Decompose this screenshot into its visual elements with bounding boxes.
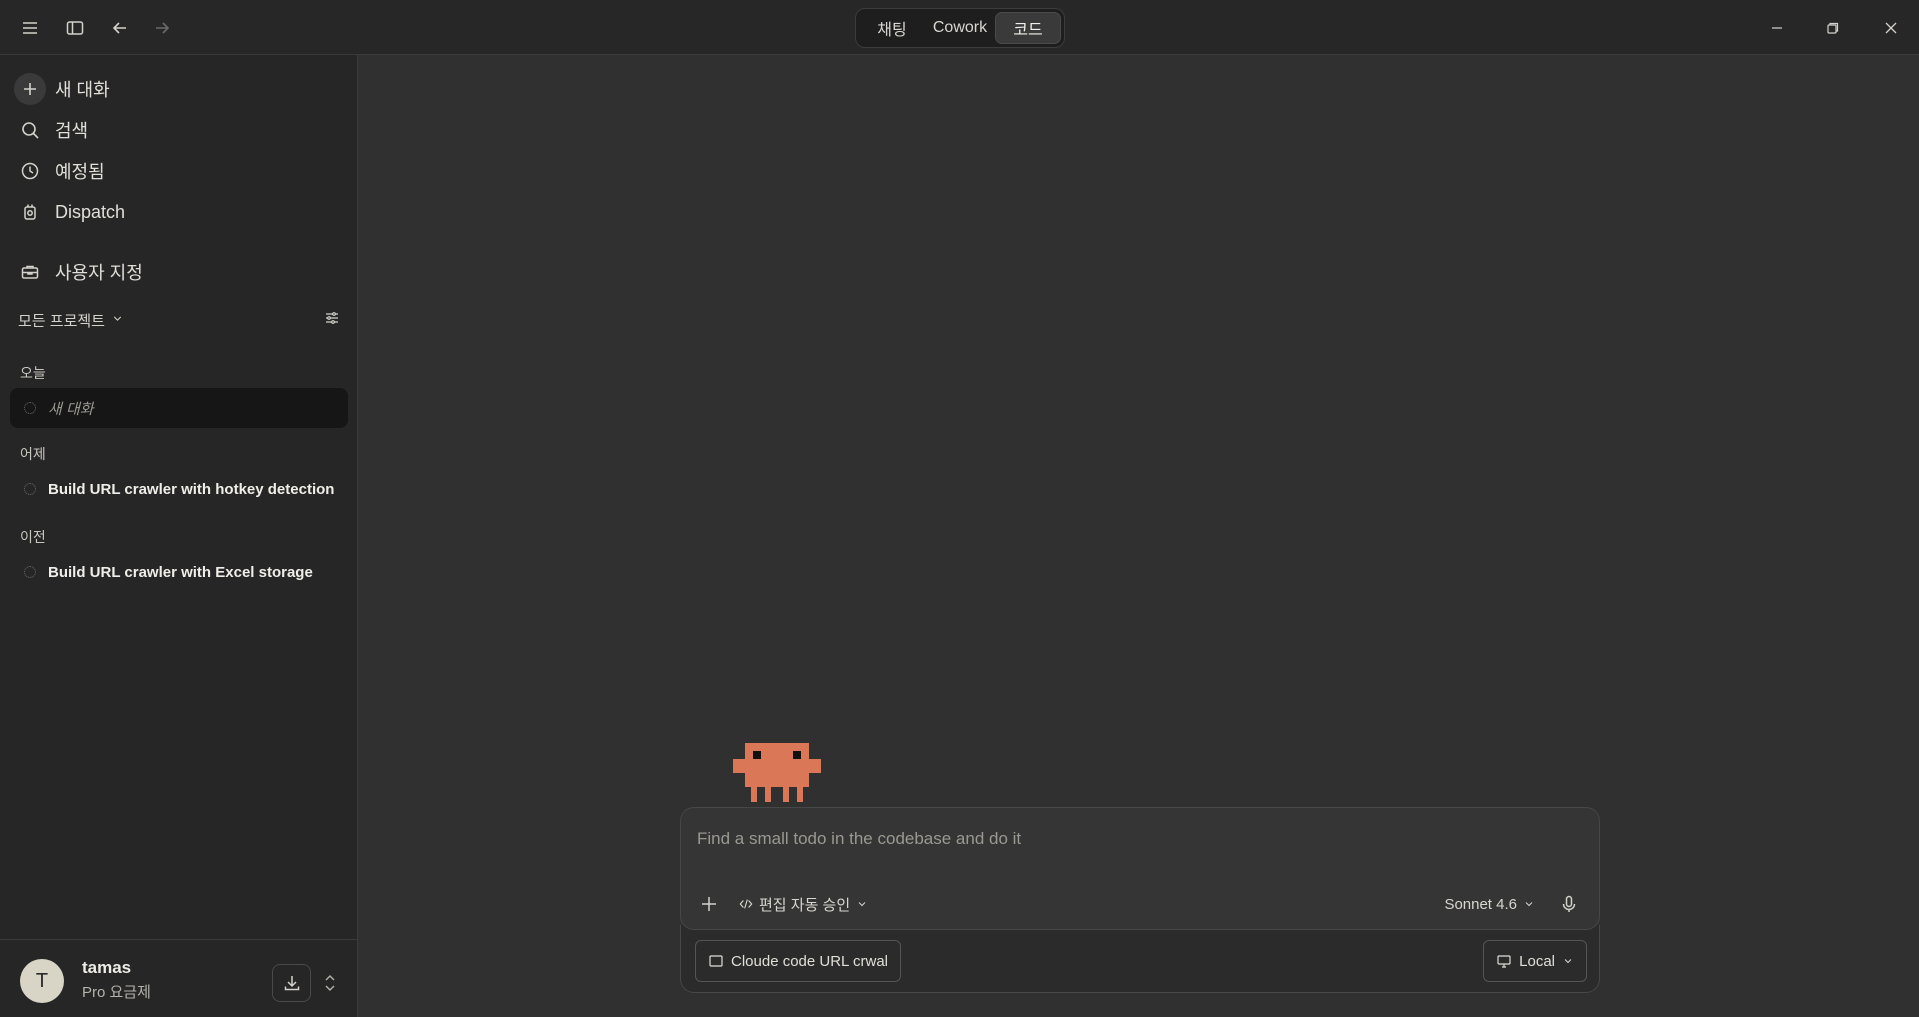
clock-icon (14, 155, 46, 187)
tab-cowork[interactable]: Cowork (925, 12, 995, 44)
chevron-up-down-icon (325, 975, 335, 991)
composer-footer: Cloude code URL crwal Local (680, 925, 1600, 993)
environment-chip[interactable]: Local (1483, 940, 1587, 982)
back-arrow-icon[interactable] (102, 12, 138, 44)
restore-button[interactable] (1813, 12, 1853, 44)
microphone-button[interactable] (1553, 888, 1585, 920)
code-icon (739, 899, 753, 909)
tab-chat[interactable]: 채팅 (859, 12, 925, 44)
mascot-icon (733, 743, 821, 802)
conversation-title: Build URL crawler with Excel storage (48, 563, 313, 581)
user-bar: T tamas Pro 요금제 (0, 939, 358, 1017)
scheduled-label: 예정됨 (55, 162, 105, 182)
section-earlier: 이전 (20, 529, 46, 545)
chevron-down-icon (111, 312, 124, 329)
briefcase-icon (14, 256, 46, 288)
dispatch-button[interactable]: Dispatch (14, 195, 344, 229)
status-dot-icon (24, 483, 36, 495)
projects-filter-row: 모든 프로젝트 (18, 305, 340, 335)
new-chat-label: 새 대화 (55, 80, 110, 100)
close-button[interactable] (1871, 12, 1911, 44)
download-icon (284, 976, 299, 991)
chevron-down-icon (858, 902, 866, 907)
attach-button[interactable] (693, 888, 725, 920)
section-today: 오늘 (20, 365, 46, 381)
menu-icon[interactable] (12, 12, 48, 44)
user-name[interactable]: tamas (82, 958, 131, 978)
plus-icon (702, 897, 716, 911)
mode-switch: 채팅 Cowork 코드 (855, 8, 1065, 48)
composer: 편집 자동 승인 Sonnet 4.6 (680, 807, 1600, 930)
chevron-down-icon (1525, 902, 1533, 907)
customize-button[interactable]: 사용자 지정 (14, 255, 344, 289)
dispatch-label: Dispatch (55, 201, 126, 222)
search-button[interactable]: 검색 (14, 113, 344, 147)
microphone-icon (1562, 895, 1576, 912)
dispatch-icon (14, 196, 46, 228)
conversation-item[interactable]: Build URL crawler with hotkey detection (10, 469, 348, 509)
monitor-icon (1497, 955, 1511, 968)
account-menu-button[interactable] (320, 968, 340, 998)
model-dropdown[interactable]: Sonnet 4.6 (1444, 890, 1535, 918)
scheduled-button[interactable]: 예정됨 (14, 154, 344, 188)
avatar[interactable]: T (20, 959, 64, 1003)
chevron-down-icon (1564, 959, 1572, 964)
minimize-button[interactable] (1757, 12, 1797, 44)
conversation-title: 새 대화 (48, 400, 94, 418)
model-label: Sonnet 4.6 (1444, 895, 1517, 913)
sidebar-toggle-icon[interactable] (57, 12, 93, 44)
projects-dropdown[interactable]: 모든 프로젝트 (18, 310, 124, 331)
edit-mode-label: 편집 자동 승인 (759, 896, 851, 914)
status-dot-icon (24, 402, 36, 414)
filter-settings-icon[interactable] (324, 310, 340, 330)
projects-filter-label: 모든 프로젝트 (18, 312, 105, 330)
download-button[interactable] (272, 964, 311, 1002)
conversation-item[interactable]: 새 대화 (10, 388, 348, 428)
title-bar: 채팅 Cowork 코드 (0, 0, 1919, 55)
search-icon (14, 114, 46, 146)
plus-icon (14, 73, 46, 105)
project-chip-label: Cloude code URL crwal (731, 952, 889, 970)
folder-icon (709, 955, 723, 967)
sidebar: 새 대화 검색 예정됨 Dispatch 사용자 지정 모든 프로젝트 오늘 새… (0, 55, 358, 1017)
environment-chip-label: Local (1519, 952, 1555, 970)
customize-label: 사용자 지정 (55, 263, 143, 283)
edit-mode-dropdown[interactable]: 편집 자동 승인 (739, 890, 868, 918)
tab-code[interactable]: 코드 (995, 12, 1061, 44)
conversation-item[interactable]: Build URL crawler with Excel storage (10, 552, 348, 592)
status-dot-icon (24, 566, 36, 578)
forward-arrow-icon[interactable] (144, 12, 180, 44)
section-yesterday: 어제 (20, 446, 46, 462)
project-chip[interactable]: Cloude code URL crwal (695, 940, 902, 982)
new-chat-button[interactable]: 새 대화 (14, 72, 344, 106)
prompt-input[interactable] (697, 824, 1577, 854)
user-plan: Pro 요금제 (82, 984, 151, 1001)
search-label: 검색 (55, 121, 89, 141)
conversation-title: Build URL crawler with hotkey detection (48, 480, 335, 498)
